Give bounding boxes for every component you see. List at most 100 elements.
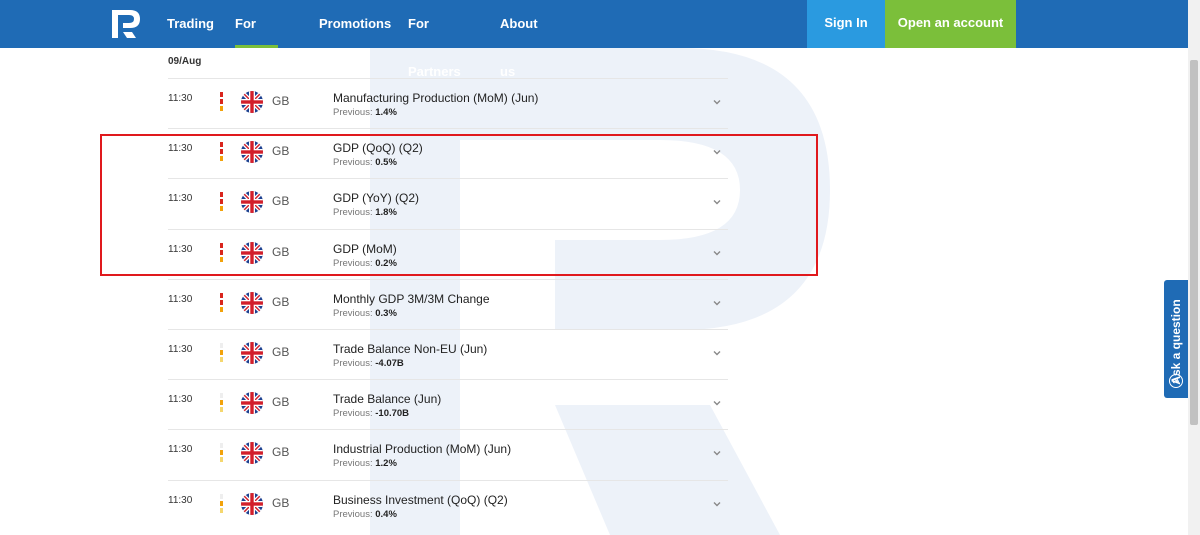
calendar-event-row[interactable]: 11:30 GB Trade Balance (Jun) Previous: -10.… — [168, 379, 728, 430]
calendar-event-row[interactable]: 11:30 GB GDP (QoQ) (Q2) Previous: 0.5% — [168, 128, 728, 179]
calendar-event-row[interactable]: 11:30 GB Trade Balance Non-EU (Jun) Previou… — [168, 329, 728, 380]
importance-indicator — [220, 292, 223, 313]
nav-item-for-partners[interactable]: For Partners — [408, 0, 461, 79]
uk-flag-icon — [241, 442, 263, 465]
importance-indicator — [220, 393, 223, 413]
question-circle-icon: ? — [1169, 374, 1183, 388]
previous-number: 0.4% — [375, 508, 397, 520]
chevron-down-icon[interactable] — [712, 445, 722, 456]
importance-indicator — [220, 92, 223, 112]
previous-number: 1.8% — [375, 207, 397, 219]
event-time: 11:30 — [168, 143, 193, 155]
previous-label: Previous: — [333, 107, 373, 118]
importance-indicator — [220, 242, 223, 263]
event-time: 11:30 — [168, 293, 193, 305]
ask-question-tab[interactable]: Ask a question ? — [1164, 280, 1188, 398]
previous-number: 0.5% — [375, 157, 397, 169]
previous-value: Previous: 0.2% — [333, 258, 397, 269]
uk-flag-icon — [241, 342, 263, 364]
uk-flag-icon — [241, 492, 263, 515]
previous-label: Previous: — [333, 207, 373, 219]
previous-number: -10.70B — [375, 408, 410, 420]
nav-item-trading[interactable]: Trading — [167, 0, 214, 48]
nav-item-promotions[interactable]: Promotions — [319, 0, 391, 48]
event-name: Industrial Production (MoM) (Jun) — [333, 442, 512, 457]
chevron-down-icon[interactable] — [712, 295, 722, 306]
country-code: GB — [272, 294, 290, 309]
previous-number: 0.3% — [375, 307, 397, 319]
page-scrollbar[interactable] — [1188, 0, 1200, 535]
previous-value: Previous: 1.4% — [333, 107, 397, 118]
event-name: GDP (QoQ) (Q2) — [333, 141, 423, 156]
uk-flag-icon — [241, 392, 263, 415]
uk-flag-icon — [241, 291, 263, 314]
importance-indicator — [220, 443, 223, 463]
chevron-down-icon[interactable] — [712, 496, 722, 507]
importance-indicator — [220, 142, 223, 162]
event-name: GDP (MoM) — [333, 241, 397, 256]
previous-number: -4.07B — [375, 358, 404, 369]
previous-number: 0.2% — [375, 257, 397, 269]
previous-value: Previous: -4.07B — [333, 358, 404, 369]
calendar-event-row[interactable]: 11:30 GB Industrial Production (MoM) (Jun)… — [168, 429, 728, 480]
country-code: GB — [272, 345, 290, 359]
previous-label: Previous: — [333, 508, 373, 520]
importance-indicator — [220, 343, 223, 363]
scrollbar-thumb[interactable] — [1190, 60, 1198, 425]
event-time: 11:30 — [168, 243, 193, 255]
event-time: 11:30 — [168, 444, 193, 456]
sign-in-button[interactable]: Sign In — [807, 0, 885, 48]
previous-value: Previous: 0.3% — [333, 308, 397, 319]
previous-number: 1.4% — [375, 107, 397, 118]
uk-flag-icon — [241, 141, 263, 164]
event-time: 11:30 — [168, 93, 193, 104]
previous-label: Previous: — [333, 307, 373, 319]
event-name: Monthly GDP 3M/3M Change — [333, 291, 490, 306]
calendar-event-row[interactable]: 11:30 GB Business Investment (QoQ) (Q2) Pre… — [168, 479, 728, 531]
uk-flag-icon — [241, 191, 263, 214]
previous-value: Previous: 1.2% — [333, 458, 397, 469]
event-name: GDP (YoY) (Q2) — [333, 191, 420, 206]
ask-question-label: Ask a question — [1169, 299, 1183, 385]
previous-label: Previous: — [333, 358, 373, 369]
country-code: GB — [272, 144, 290, 159]
chevron-down-icon[interactable] — [712, 345, 722, 356]
roboforex-logo-icon[interactable] — [110, 8, 142, 40]
country-code: GB — [272, 495, 290, 510]
country-code: GB — [272, 395, 290, 410]
calendar-event-row[interactable]: 11:30 GB GDP (MoM) Previous: 0.2% — [168, 228, 728, 280]
chevron-down-icon[interactable] — [712, 194, 722, 205]
event-time: 11:30 — [168, 344, 193, 355]
top-navigation-bar: Trading For Clients Promotions For Partn… — [0, 0, 1188, 79]
previous-value: Previous: 0.5% — [333, 157, 397, 168]
calendar-event-row[interactable]: 11:30 GB GDP (YoY) (Q2) Previous: 1.8% — [168, 178, 728, 229]
event-name: Trade Balance Non-EU (Jun) — [333, 342, 488, 356]
previous-value: Previous: 1.8% — [333, 207, 397, 218]
previous-label: Previous: — [333, 257, 373, 269]
previous-value: Previous: 0.4% — [333, 509, 397, 520]
event-name: Trade Balance (Jun) — [333, 392, 442, 407]
chevron-down-icon[interactable] — [712, 395, 722, 406]
event-time: 11:30 — [168, 394, 193, 406]
date-heading: 09/Aug — [168, 56, 202, 67]
country-code: GB — [272, 194, 290, 209]
chevron-down-icon[interactable] — [712, 144, 722, 155]
previous-label: Previous: — [333, 458, 373, 470]
chevron-down-icon[interactable] — [712, 94, 722, 105]
nav-item-for-clients[interactable]: For Clients — [235, 0, 279, 79]
importance-indicator — [220, 493, 223, 514]
event-time: 11:30 — [168, 494, 193, 506]
previous-number: 1.2% — [375, 458, 397, 470]
uk-flag-icon — [241, 241, 263, 264]
country-code: GB — [272, 445, 290, 460]
previous-label: Previous: — [333, 408, 373, 420]
chevron-down-icon[interactable] — [712, 245, 722, 256]
country-code: GB — [272, 94, 290, 108]
nav-item-about-us[interactable]: About us — [500, 0, 538, 79]
open-account-button[interactable]: Open an account — [885, 0, 1016, 48]
event-name: Business Investment (QoQ) (Q2) — [333, 492, 508, 507]
country-code: GB — [272, 244, 290, 259]
calendar-event-row[interactable]: 11:30 GB Monthly GDP 3M/3M Change Previous:… — [168, 278, 728, 330]
event-time: 11:30 — [168, 193, 193, 205]
importance-indicator — [220, 192, 223, 212]
